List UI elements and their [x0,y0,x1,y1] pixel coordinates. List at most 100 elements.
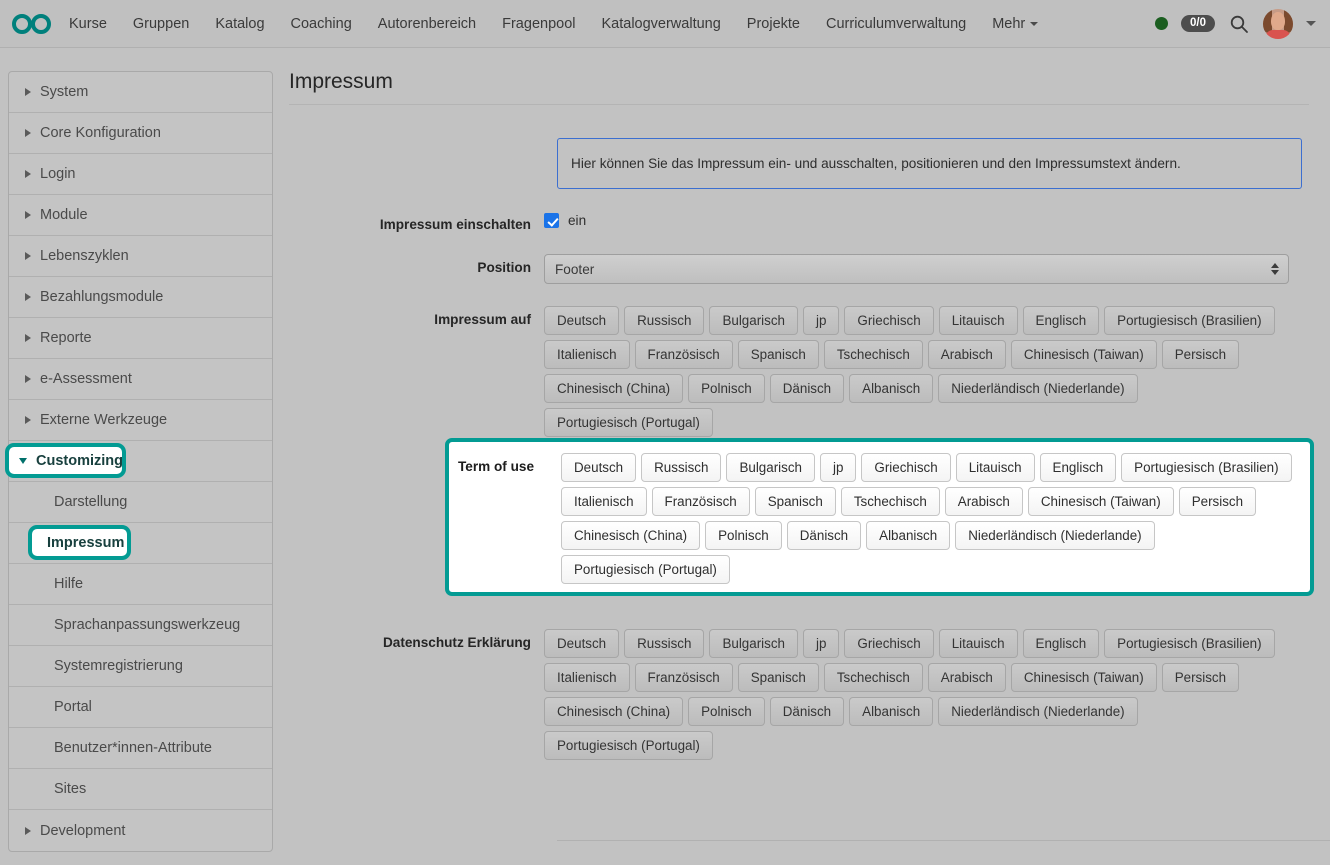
sidebar-item-development[interactable]: Development [9,810,272,851]
lang-button-albanisch[interactable]: Albanisch [849,697,933,726]
lang-button-litauisch[interactable]: Litauisch [939,306,1018,335]
sidebar-item-benutzerinnen-attribute[interactable]: Benutzer*innen-Attribute [9,728,272,769]
user-menu-chevron-down-icon[interactable] [1306,21,1316,26]
lang-button-albanisch[interactable]: Albanisch [849,374,933,403]
sidebar-item-login[interactable]: Login [9,154,272,195]
lang-button-arabisch[interactable]: Arabisch [928,340,1006,369]
lang-button-italienisch[interactable]: Italienisch [544,663,630,692]
search-icon[interactable] [1228,13,1250,35]
sidebar-item-externe-werkzeuge[interactable]: Externe Werkzeuge [9,400,272,441]
lang-button-chinesisch-china[interactable]: Chinesisch (China) [561,521,700,550]
nav-item-gruppen[interactable]: Gruppen [120,0,202,48]
lang-button-persisch[interactable]: Persisch [1162,663,1239,692]
lang-button-deutsch[interactable]: Deutsch [561,453,636,482]
lang-button-polnisch[interactable]: Polnisch [688,374,765,403]
sidebar-item-lebenszyklen[interactable]: Lebenszyklen [9,236,272,277]
lang-button-jp[interactable]: jp [803,306,839,335]
lang-button-chinesisch-taiwan[interactable]: Chinesisch (Taiwan) [1011,340,1157,369]
lang-button-portugiesisch-brasilien[interactable]: Portugiesisch (Brasilien) [1104,629,1274,658]
lang-button-italienisch[interactable]: Italienisch [561,487,647,516]
lang-button-italienisch[interactable]: Italienisch [544,340,630,369]
lang-button-englisch[interactable]: Englisch [1023,629,1100,658]
lang-button-chinesisch-taiwan[interactable]: Chinesisch (Taiwan) [1028,487,1174,516]
lang-button-polnisch[interactable]: Polnisch [705,521,782,550]
lang-button-albanisch[interactable]: Albanisch [866,521,950,550]
nav-item-projekte[interactable]: Projekte [734,0,813,48]
lang-button-daenisch[interactable]: Dänisch [770,374,844,403]
lang-button-litauisch[interactable]: Litauisch [939,629,1018,658]
nav-item-coaching[interactable]: Coaching [278,0,365,48]
lang-button-deutsch[interactable]: Deutsch [544,629,619,658]
lang-button-griechisch[interactable]: Griechisch [844,306,933,335]
sidebar-item-systemregistrierung[interactable]: Systemregistrierung [9,646,272,687]
nav-item-autorenbereich[interactable]: Autorenbereich [365,0,489,48]
lang-button-arabisch[interactable]: Arabisch [928,663,1006,692]
nav-item-mehr[interactable]: Mehr [979,0,1051,48]
avatar-face [1271,12,1285,30]
lang-button-portugiesisch-portugal[interactable]: Portugiesisch (Portugal) [561,555,730,584]
lang-button-deutsch[interactable]: Deutsch [544,306,619,335]
sidebar-item-sites[interactable]: Sites [9,769,272,810]
lang-button-russisch[interactable]: Russisch [641,453,721,482]
lang-button-franzoesisch[interactable]: Französisch [635,663,733,692]
lang-button-chinesisch-china[interactable]: Chinesisch (China) [544,374,683,403]
brand-logo[interactable] [0,0,56,48]
lang-button-arabisch[interactable]: Arabisch [945,487,1023,516]
lang-button-tschechisch[interactable]: Tschechisch [824,663,923,692]
sidebar-item-darstellung[interactable]: Darstellung [9,482,272,523]
nav-item-curriculumverwaltung[interactable]: Curriculumverwaltung [813,0,979,48]
lang-button-bulgarisch[interactable]: Bulgarisch [709,629,798,658]
lang-button-spanisch[interactable]: Spanisch [755,487,836,516]
lang-button-bulgarisch[interactable]: Bulgarisch [709,306,798,335]
lang-button-daenisch[interactable]: Dänisch [770,697,844,726]
sidebar-item-reporte[interactable]: Reporte [9,318,272,359]
lang-button-englisch[interactable]: Englisch [1023,306,1100,335]
lang-button-portugiesisch-portugal[interactable]: Portugiesisch (Portugal) [544,408,713,437]
sidebar-item-system[interactable]: System [9,72,272,113]
lang-button-portugiesisch-brasilien[interactable]: Portugiesisch (Brasilien) [1121,453,1291,482]
lang-button-chinesisch-taiwan[interactable]: Chinesisch (Taiwan) [1011,663,1157,692]
sidebar-item-impressum-highlight[interactable]: Impressum [28,525,131,560]
lang-button-niederlaendisch-niederlande[interactable]: Niederländisch (Niederlande) [938,374,1137,403]
nav-item-katalog[interactable]: Katalog [202,0,277,48]
nav-item-kurse[interactable]: Kurse [56,0,120,48]
lang-button-niederlaendisch-niederlande[interactable]: Niederländisch (Niederlande) [938,697,1137,726]
nav-item-fragenpool[interactable]: Fragenpool [489,0,588,48]
lang-button-persisch[interactable]: Persisch [1162,340,1239,369]
lang-button-spanisch[interactable]: Spanisch [738,663,819,692]
lang-button-jp[interactable]: jp [820,453,856,482]
sidebar-item-e-assessment[interactable]: e-Assessment [9,359,272,400]
lang-button-litauisch[interactable]: Litauisch [956,453,1035,482]
lang-button-niederlaendisch-niederlande[interactable]: Niederländisch (Niederlande) [955,521,1154,550]
sidebar-item-customizing-highlight[interactable]: Customizing [5,443,126,478]
lang-button-russisch[interactable]: Russisch [624,629,704,658]
notification-count-badge[interactable]: 0/0 [1181,15,1215,33]
sidebar-item-sprachanpassungswerkzeug[interactable]: Sprachanpassungswerkzeug [9,605,272,646]
lang-button-chinesisch-china[interactable]: Chinesisch (China) [544,697,683,726]
avatar[interactable] [1263,9,1293,39]
lang-button-russisch[interactable]: Russisch [624,306,704,335]
sidebar-item-core-konfiguration[interactable]: Core Konfiguration [9,113,272,154]
lang-button-tschechisch[interactable]: Tschechisch [841,487,940,516]
lang-button-franzoesisch[interactable]: Französisch [652,487,750,516]
lang-button-persisch[interactable]: Persisch [1179,487,1256,516]
sidebar-item-module[interactable]: Module [9,195,272,236]
lang-button-portugiesisch-brasilien[interactable]: Portugiesisch (Brasilien) [1104,306,1274,335]
lang-button-tschechisch[interactable]: Tschechisch [824,340,923,369]
lang-button-portugiesisch-portugal[interactable]: Portugiesisch (Portugal) [544,731,713,760]
lang-button-griechisch[interactable]: Griechisch [861,453,950,482]
lang-button-spanisch[interactable]: Spanisch [738,340,819,369]
lang-button-griechisch[interactable]: Griechisch [844,629,933,658]
lang-button-jp[interactable]: jp [803,629,839,658]
impressum-enable-checkbox[interactable] [544,213,559,228]
lang-button-bulgarisch[interactable]: Bulgarisch [726,453,815,482]
sidebar-item-bezahlungsmodule[interactable]: Bezahlungsmodule [9,277,272,318]
nav-item-katalogverwaltung[interactable]: Katalogverwaltung [588,0,733,48]
lang-button-daenisch[interactable]: Dänisch [787,521,861,550]
lang-button-franzoesisch[interactable]: Französisch [635,340,733,369]
lang-button-polnisch[interactable]: Polnisch [688,697,765,726]
sidebar-item-hilfe[interactable]: Hilfe [9,564,272,605]
lang-button-englisch[interactable]: Englisch [1040,453,1117,482]
position-select[interactable]: Footer [544,254,1289,284]
sidebar-item-portal[interactable]: Portal [9,687,272,728]
